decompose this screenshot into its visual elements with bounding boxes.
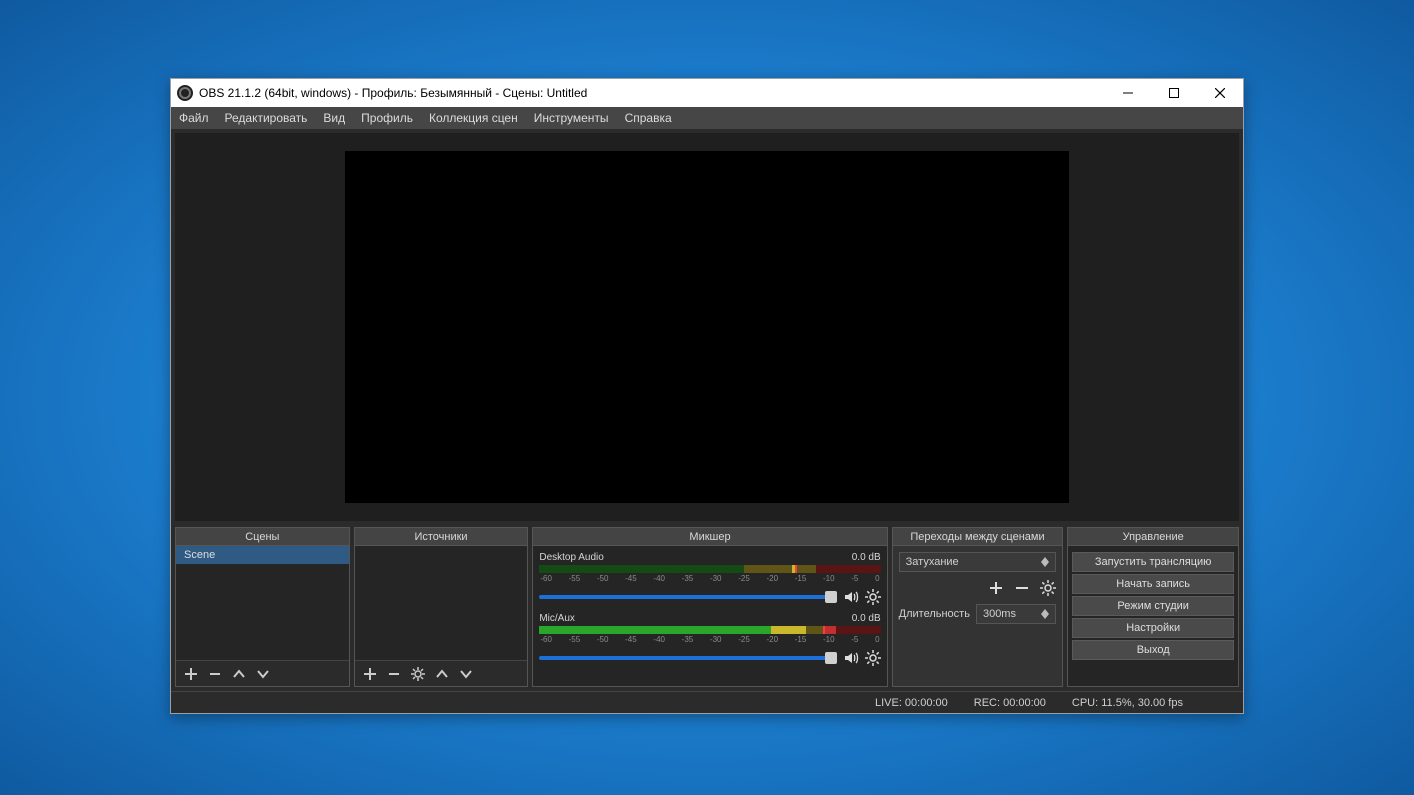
- dock-controls-title: Управление: [1068, 528, 1238, 546]
- dock-sources: Источники: [354, 527, 529, 687]
- dock-scenes: Сцены Scene: [175, 527, 350, 687]
- transition-selected: Затухание: [906, 556, 959, 568]
- menu-tools[interactable]: Инструменты: [534, 111, 609, 125]
- mixer-channel-name: Desktop Audio: [539, 552, 604, 563]
- volume-slider[interactable]: [539, 595, 836, 599]
- db-scale: -60-55-50-45-40-35-30-25-20-15-10-50: [539, 635, 880, 644]
- sources-toolbar: [355, 660, 528, 686]
- remove-transition-icon[interactable]: [1014, 580, 1030, 596]
- start-recording-button[interactable]: Начать запись: [1072, 574, 1234, 594]
- status-bar: LIVE: 00:00:00 REC: 00:00:00 CPU: 11.5%,…: [171, 691, 1243, 713]
- add-scene-icon[interactable]: [184, 667, 198, 681]
- start-streaming-button[interactable]: Запустить трансляцию: [1072, 552, 1234, 572]
- mixer-channel-db: 0.0 dB: [852, 552, 881, 563]
- audio-meter: [539, 565, 880, 573]
- close-button[interactable]: [1197, 79, 1243, 107]
- scene-up-icon[interactable]: [232, 667, 246, 681]
- source-down-icon[interactable]: [459, 667, 473, 681]
- scenes-toolbar: [176, 660, 349, 686]
- speaker-icon[interactable]: [843, 589, 859, 605]
- db-scale: -60-55-50-45-40-35-30-25-20-15-10-50: [539, 574, 880, 583]
- mixer-channel: Desktop Audio 0.0 dB -60-55-50: [533, 546, 886, 607]
- remove-source-icon[interactable]: [387, 667, 401, 681]
- titlebar[interactable]: OBS 21.1.2 (64bit, windows) - Профиль: Б…: [171, 79, 1243, 107]
- menu-view[interactable]: Вид: [323, 111, 345, 125]
- status-cpu: CPU: 11.5%, 30.00 fps: [1072, 697, 1183, 709]
- maximize-button[interactable]: [1151, 79, 1197, 107]
- dock-controls: Управление Запустить трансляцию Начать з…: [1067, 527, 1239, 687]
- minimize-button[interactable]: [1105, 79, 1151, 107]
- settings-button[interactable]: Настройки: [1072, 618, 1234, 638]
- add-source-icon[interactable]: [363, 667, 377, 681]
- status-live: LIVE: 00:00:00: [875, 697, 948, 709]
- speaker-icon[interactable]: [843, 650, 859, 666]
- app-icon: [177, 85, 193, 101]
- dropdown-spinner-icon: [1041, 557, 1049, 567]
- preview-canvas[interactable]: [345, 151, 1069, 503]
- dock-transitions: Переходы между сценами Затухание: [892, 527, 1064, 687]
- exit-button[interactable]: Выход: [1072, 640, 1234, 660]
- studio-mode-button[interactable]: Режим студии: [1072, 596, 1234, 616]
- scene-down-icon[interactable]: [256, 667, 270, 681]
- volume-slider[interactable]: [539, 656, 836, 660]
- menu-profile[interactable]: Профиль: [361, 111, 413, 125]
- mixer-channel: Mic/Aux 0.0 dB -60-55-50-45-40: [533, 607, 886, 668]
- dock-scenes-title: Сцены: [176, 528, 349, 546]
- gear-icon[interactable]: [865, 589, 881, 605]
- menu-edit[interactable]: Редактировать: [225, 111, 308, 125]
- scene-item[interactable]: Scene: [176, 546, 349, 564]
- duration-label: Длительность: [899, 608, 970, 620]
- dock-mixer: Микшер Desktop Audio 0.0 dB: [532, 527, 887, 687]
- audio-meter: [539, 626, 880, 634]
- window-title: OBS 21.1.2 (64bit, windows) - Профиль: Б…: [199, 86, 587, 100]
- status-rec: REC: 00:00:00: [974, 697, 1046, 709]
- mixer-channel-db: 0.0 dB: [852, 613, 881, 624]
- add-transition-icon[interactable]: [988, 580, 1004, 596]
- spinner-icon: [1041, 609, 1049, 619]
- remove-scene-icon[interactable]: [208, 667, 222, 681]
- dock-sources-title: Источники: [355, 528, 528, 546]
- menubar: Файл Редактировать Вид Профиль Коллекция…: [171, 107, 1243, 129]
- gear-icon[interactable]: [865, 650, 881, 666]
- menu-scene-collection[interactable]: Коллекция сцен: [429, 111, 518, 125]
- duration-spinbox[interactable]: 300ms: [976, 604, 1056, 624]
- preview-area[interactable]: [175, 133, 1239, 521]
- source-settings-icon[interactable]: [411, 667, 425, 681]
- menu-file[interactable]: Файл: [179, 111, 209, 125]
- dock-mixer-title: Микшер: [533, 528, 886, 546]
- mixer-channel-name: Mic/Aux: [539, 613, 575, 624]
- menu-help[interactable]: Справка: [625, 111, 672, 125]
- transition-settings-icon[interactable]: [1040, 580, 1056, 596]
- app-window: OBS 21.1.2 (64bit, windows) - Профиль: Б…: [170, 78, 1244, 714]
- duration-value: 300ms: [983, 608, 1016, 620]
- transition-select[interactable]: Затухание: [899, 552, 1057, 572]
- source-up-icon[interactable]: [435, 667, 449, 681]
- dock-transitions-title: Переходы между сценами: [893, 528, 1063, 546]
